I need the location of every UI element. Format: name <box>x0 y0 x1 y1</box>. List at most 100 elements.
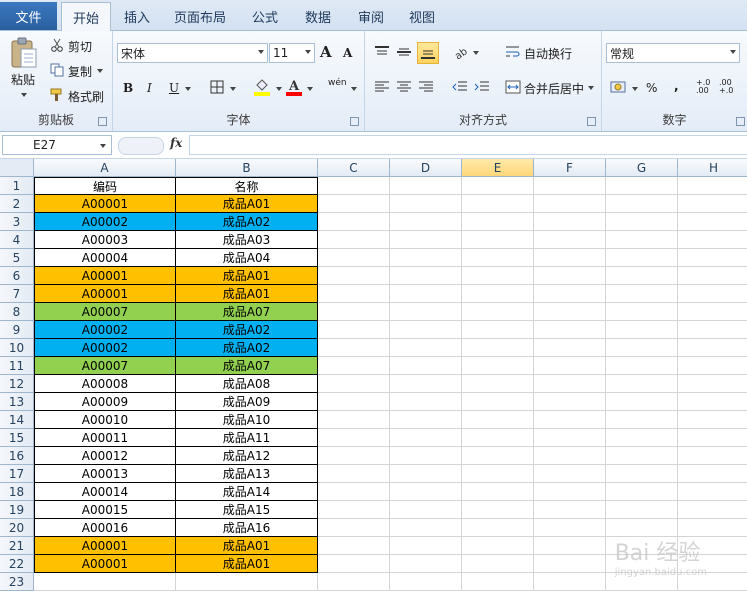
cell-a[interactable]: A00010 <box>34 411 176 429</box>
cell-empty[interactable] <box>678 501 747 519</box>
cell-empty[interactable] <box>678 285 747 303</box>
decrease-decimal-button[interactable]: .00 +.0 <box>719 79 739 95</box>
cell-empty[interactable] <box>534 195 606 213</box>
row-header[interactable]: 9 <box>0 321 34 339</box>
row-header[interactable]: 21 <box>0 537 34 555</box>
cell-empty[interactable] <box>606 375 678 393</box>
tab-formulas[interactable]: 公式 <box>243 3 287 29</box>
insert-function-button[interactable]: fx <box>170 136 182 150</box>
cell-empty[interactable] <box>534 519 606 537</box>
tab-home[interactable]: 开始 <box>61 2 111 32</box>
row-header[interactable]: 8 <box>0 303 34 321</box>
row-header[interactable]: 20 <box>0 519 34 537</box>
cell-empty[interactable] <box>462 375 534 393</box>
font-name-combo[interactable]: 宋体 <box>117 43 268 63</box>
copy-button[interactable]: 复制 <box>68 63 92 80</box>
cell-empty[interactable] <box>678 339 747 357</box>
cell-empty[interactable] <box>678 177 747 195</box>
cell-empty[interactable] <box>462 321 534 339</box>
cell-empty[interactable] <box>462 195 534 213</box>
column-header-b[interactable]: B <box>176 159 318 177</box>
cell-empty[interactable] <box>318 177 390 195</box>
cell-empty[interactable] <box>462 411 534 429</box>
cell-empty[interactable] <box>606 339 678 357</box>
fill-color-dropdown-icon[interactable] <box>276 87 282 91</box>
font-color-dropdown-icon[interactable] <box>307 87 313 91</box>
cell-a[interactable]: A00003 <box>34 231 176 249</box>
row-header[interactable]: 10 <box>0 339 34 357</box>
cell-a[interactable]: A00009 <box>34 393 176 411</box>
cut-button[interactable]: 剪切 <box>68 38 92 55</box>
cell-a[interactable]: A00002 <box>34 321 176 339</box>
cell-empty[interactable] <box>678 375 747 393</box>
cell-a[interactable]: A00015 <box>34 501 176 519</box>
cell-a[interactable]: A00008 <box>34 375 176 393</box>
borders-icon[interactable] <box>209 79 225 95</box>
cell-empty[interactable] <box>606 429 678 447</box>
format-painter-icon[interactable] <box>50 88 64 102</box>
cell-empty[interactable] <box>390 195 462 213</box>
row-header[interactable]: 5 <box>0 249 34 267</box>
cell-a[interactable]: A00001 <box>34 555 176 573</box>
align-top-icon[interactable] <box>373 44 391 60</box>
cell-a[interactable]: A00004 <box>34 249 176 267</box>
cell-empty[interactable] <box>318 483 390 501</box>
phonetic-button[interactable]: wén <box>328 78 347 88</box>
cell-empty[interactable] <box>462 357 534 375</box>
cell-empty[interactable] <box>390 483 462 501</box>
name-box[interactable]: E27 <box>2 135 112 155</box>
cell-empty[interactable] <box>678 213 747 231</box>
cell-empty[interactable] <box>318 573 390 591</box>
cell-b[interactable]: 成品A04 <box>176 249 318 267</box>
cell-empty[interactable] <box>462 393 534 411</box>
cell-empty[interactable] <box>678 483 747 501</box>
cell-empty[interactable] <box>390 465 462 483</box>
copy-dropdown-icon[interactable] <box>97 69 103 73</box>
formula-input[interactable] <box>189 135 747 155</box>
cell-b[interactable]: 成品A16 <box>176 519 318 537</box>
merge-dropdown-icon[interactable] <box>588 86 594 90</box>
cell-empty[interactable] <box>606 303 678 321</box>
align-left-icon[interactable] <box>373 79 391 95</box>
cell-empty[interactable] <box>318 411 390 429</box>
column-header-g[interactable]: G <box>606 159 678 177</box>
cell-empty[interactable] <box>318 339 390 357</box>
underline-dropdown-icon[interactable] <box>185 87 191 91</box>
fill-color-icon[interactable] <box>253 77 271 97</box>
cell-empty[interactable] <box>390 339 462 357</box>
borders-dropdown-icon[interactable] <box>230 87 236 91</box>
cell-empty[interactable] <box>390 303 462 321</box>
paste-dropdown-icon[interactable] <box>21 93 27 97</box>
cell-empty[interactable] <box>318 195 390 213</box>
underline-button[interactable]: U <box>169 81 179 95</box>
cell-empty[interactable] <box>534 375 606 393</box>
cell-empty[interactable] <box>462 339 534 357</box>
cell-empty[interactable] <box>606 195 678 213</box>
column-header-a[interactable]: A <box>34 159 176 177</box>
cell-b[interactable]: 成品A02 <box>176 213 318 231</box>
cell-empty[interactable] <box>390 213 462 231</box>
cell-empty[interactable] <box>318 357 390 375</box>
cell-empty[interactable] <box>390 177 462 195</box>
number-launcher-icon[interactable] <box>736 117 745 126</box>
row-header[interactable]: 16 <box>0 447 34 465</box>
cell-empty[interactable] <box>462 519 534 537</box>
column-header-d[interactable]: D <box>390 159 462 177</box>
cell-empty[interactable] <box>318 249 390 267</box>
cell-empty[interactable] <box>606 177 678 195</box>
cell-a[interactable]: A00001 <box>34 537 176 555</box>
accounting-format-icon[interactable] <box>610 79 628 95</box>
scissors-icon[interactable] <box>50 38 64 52</box>
cell-empty[interactable] <box>462 573 534 591</box>
tab-file[interactable]: 文件 <box>0 2 57 30</box>
tab-data[interactable]: 数据 <box>296 3 340 29</box>
cell-b[interactable]: 成品A09 <box>176 393 318 411</box>
alignment-launcher-icon[interactable] <box>587 117 596 126</box>
cell-empty[interactable] <box>678 231 747 249</box>
cell-empty[interactable] <box>462 483 534 501</box>
row-header[interactable]: 17 <box>0 465 34 483</box>
cell-empty[interactable] <box>606 447 678 465</box>
cell-empty[interactable] <box>678 249 747 267</box>
cell-b[interactable]: 成品A01 <box>176 195 318 213</box>
cell-a[interactable]: A00016 <box>34 519 176 537</box>
